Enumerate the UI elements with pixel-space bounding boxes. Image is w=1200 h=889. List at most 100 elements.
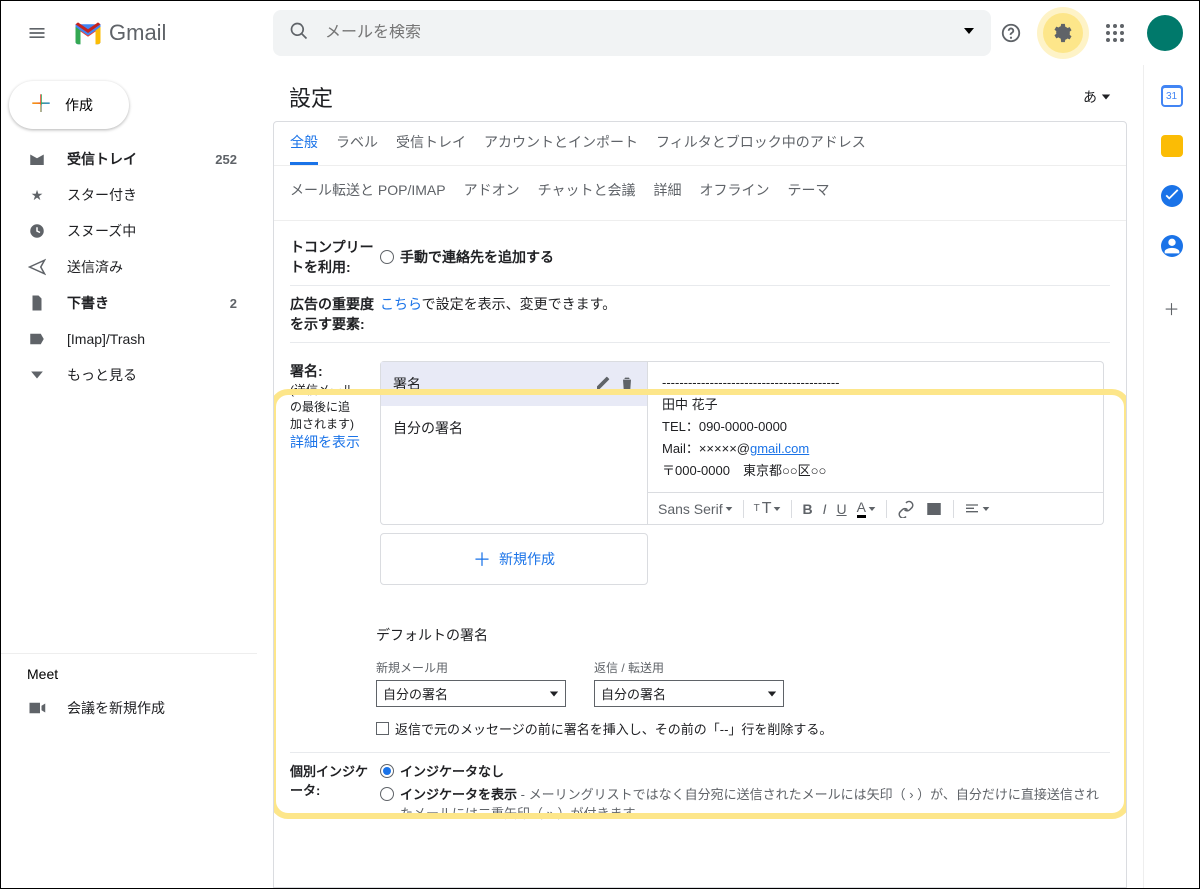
page-header: 設定 あ <box>257 65 1143 121</box>
text-color-button[interactable]: A <box>857 499 876 518</box>
calendar-addon-icon[interactable] <box>1161 85 1183 107</box>
tab-chat[interactable]: チャットと会議 <box>538 180 636 210</box>
format-toolbar: Sans Serif TT B I U A <box>648 493 1104 525</box>
google-apps-icon[interactable] <box>1095 13 1135 53</box>
clock-icon <box>27 221 47 241</box>
signature-item[interactable]: 自分の署名 <box>381 406 647 450</box>
help-icon[interactable] <box>991 13 1031 53</box>
signature-text-editor[interactable]: ----------------------------------------… <box>648 361 1104 493</box>
font-size-button[interactable]: TT <box>754 500 782 518</box>
settings-tabs-row1: 全般 ラベル 受信トレイ アカウントとインポート フィルタとブロック中のアドレス <box>274 122 1126 166</box>
inbox-icon <box>27 149 47 169</box>
plus-icon: ＋ <box>29 93 53 117</box>
contacts-addon-icon[interactable] <box>1161 235 1183 257</box>
account-avatar[interactable] <box>1147 15 1183 51</box>
edit-icon[interactable] <box>595 375 611 394</box>
settings-gear-icon[interactable] <box>1043 13 1083 53</box>
add-addon-button[interactable]: ＋ <box>1161 297 1183 319</box>
signature-body: 署名 自分の署名 -------------------------------… <box>380 361 1110 585</box>
signature-editor: 署名 自分の署名 -------------------------------… <box>380 361 1110 525</box>
app-header: Gmail <box>1 1 1199 65</box>
nav-sent[interactable]: 送信済み <box>1 249 257 285</box>
defaults-title: デフォルトの署名 <box>376 625 1110 645</box>
delete-icon[interactable] <box>619 375 635 394</box>
signature-label: 署名: <box>290 361 380 381</box>
chevron-down-icon <box>27 365 47 385</box>
signature-item-selected[interactable]: 署名 <box>381 362 647 406</box>
tab-labels[interactable]: ラベル <box>336 132 378 165</box>
setting-signature: 署名: (送信メール の最後に追 加されます) 詳細を表示 署名 <box>290 343 1110 597</box>
indicator-show[interactable]: インジケータを表示 - メーリングリストではなく自分宛に送信されたメールには矢印… <box>380 784 1110 822</box>
italic-button[interactable]: I <box>823 501 827 517</box>
tab-general[interactable]: 全般 <box>290 132 318 165</box>
checkbox-icon[interactable] <box>376 722 389 735</box>
settings-panel: 全般 ラベル 受信トレイ アカウントとインポート フィルタとブロック中のアドレス… <box>273 121 1127 888</box>
signature-right-col: ----------------------------------------… <box>648 361 1104 525</box>
plus-icon: ＋ <box>473 546 491 572</box>
gmail-logo[interactable]: Gmail <box>73 20 273 46</box>
radio-icon[interactable] <box>380 250 394 264</box>
keep-addon-icon[interactable] <box>1161 135 1183 157</box>
tab-forwarding[interactable]: メール転送と POP/IMAP <box>290 180 446 210</box>
email-link[interactable]: gmail.com <box>750 441 809 456</box>
video-icon <box>27 698 47 718</box>
nav-drafts[interactable]: 下書き2 <box>1 285 257 321</box>
tab-inbox[interactable]: 受信トレイ <box>396 132 466 165</box>
bold-button[interactable]: B <box>802 501 812 517</box>
tab-themes[interactable]: テーマ <box>787 180 829 210</box>
radio-checked-icon[interactable] <box>380 764 394 778</box>
draft-icon <box>27 293 47 313</box>
tasks-addon-icon[interactable] <box>1161 185 1183 207</box>
indicator-label: 個別インジケータ: <box>290 761 380 822</box>
insert-before-checkbox-row[interactable]: 返信で元のメッセージの前に署名を挿入し、その前の「--」行を削除する。 <box>376 719 1110 738</box>
ad-link[interactable]: こちら <box>380 296 422 312</box>
main-content: 設定 あ 全般 ラベル 受信トレイ アカウントとインポート フィルタとブロック中… <box>257 65 1143 888</box>
meet-section-header: Meet <box>1 653 257 690</box>
autocomplete-option[interactable]: 手動で連絡先を追加する <box>380 237 1110 277</box>
search-bar[interactable] <box>273 10 991 56</box>
meet-new-meeting[interactable]: 会議を新規作成 <box>1 690 257 726</box>
underline-button[interactable]: U <box>837 501 847 517</box>
nav-more[interactable]: もっと見る <box>1 357 257 393</box>
input-method-button[interactable]: あ <box>1083 87 1111 107</box>
search-options-icon[interactable] <box>963 24 975 42</box>
nav-trash[interactable]: [Imap]/Trash <box>1 321 257 357</box>
ad-body: こちらで設定を表示、変更できます。 <box>380 294 1110 334</box>
defaults-new-label: 新規メール用 <box>376 659 566 676</box>
settings-tabs-row2: メール転送と POP/IMAP アドオン チャットと会議 詳細 オフライン テー… <box>274 166 1126 221</box>
font-family-select[interactable]: Sans Serif <box>658 501 733 517</box>
new-signature-button[interactable]: ＋ 新規作成 <box>380 533 648 585</box>
signature-list: 署名 自分の署名 <box>380 361 648 525</box>
autocomplete-label: トコンプリートを利用: <box>290 237 380 277</box>
signature-learn-more[interactable]: 詳細を表示 <box>290 432 380 452</box>
left-sidebar: ＋ 作成 受信トレイ252 ★スター付き スヌーズ中 送信済み 下書き2 [Im… <box>1 65 257 888</box>
tab-offline[interactable]: オフライン <box>699 180 769 210</box>
star-icon: ★ <box>27 185 47 205</box>
search-icon <box>289 21 309 46</box>
defaults-reply-select[interactable]: 自分の署名 <box>594 680 784 707</box>
sent-icon <box>27 257 47 277</box>
label-icon <box>27 329 47 349</box>
search-input[interactable] <box>325 24 947 42</box>
folder-nav: 受信トレイ252 ★スター付き スヌーズ中 送信済み 下書き2 [Imap]/T… <box>1 141 257 393</box>
tab-advanced[interactable]: 詳細 <box>653 180 681 210</box>
page-title: 設定 <box>289 81 333 113</box>
nav-snoozed[interactable]: スヌーズ中 <box>1 213 257 249</box>
main-menu-button[interactable] <box>17 13 57 53</box>
tab-filters[interactable]: フィルタとブロック中のアドレス <box>656 132 866 165</box>
compose-button[interactable]: ＋ 作成 <box>9 81 129 129</box>
align-button[interactable] <box>964 501 990 517</box>
insert-image-button[interactable] <box>925 500 943 518</box>
signature-defaults: デフォルトの署名 新規メール用 自分の署名 返信 / 転送用 自分の署名 返信で… <box>290 625 1110 738</box>
tab-accounts[interactable]: アカウントとインポート <box>484 132 638 165</box>
tab-addons[interactable]: アドオン <box>464 180 520 210</box>
insert-link-button[interactable] <box>897 500 915 518</box>
indicator-none[interactable]: インジケータなし <box>380 761 1110 780</box>
defaults-new-select[interactable]: 自分の署名 <box>376 680 566 707</box>
radio-icon[interactable] <box>380 787 394 801</box>
ad-label: 広告の重要度を示す要素: <box>290 294 380 334</box>
defaults-reply-label: 返信 / 転送用 <box>594 659 784 676</box>
nav-inbox[interactable]: 受信トレイ252 <box>1 141 257 177</box>
header-actions <box>991 13 1183 53</box>
nav-starred[interactable]: ★スター付き <box>1 177 257 213</box>
